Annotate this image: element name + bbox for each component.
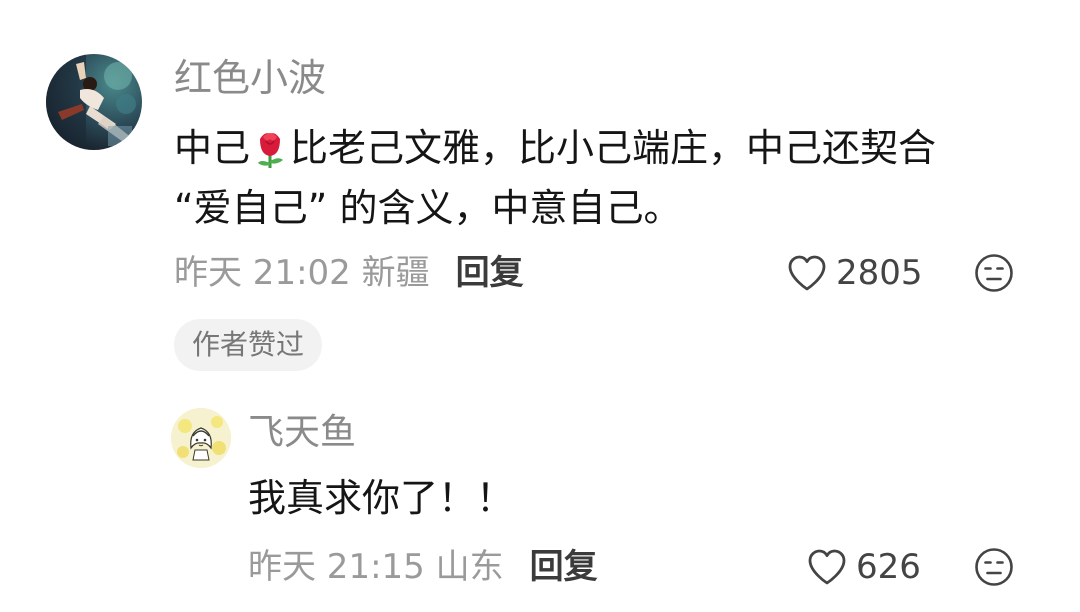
avatar-image xyxy=(171,408,231,468)
reply-button[interactable]: 回复 xyxy=(456,253,524,293)
rose-emoji-icon xyxy=(258,133,284,168)
heart-outline-icon xyxy=(788,255,826,291)
avatar[interactable] xyxy=(46,54,142,150)
comment-text-line-2: “爱自己” 的含义，中意自己。 xyxy=(174,186,682,230)
like-button[interactable]: 2805 xyxy=(786,250,923,296)
comment-text: 我真求你了！！ xyxy=(248,476,515,520)
avatar-image xyxy=(46,54,142,150)
like-button[interactable]: 626 xyxy=(806,544,921,590)
comment-meta: 昨天 21:02 新疆 回复 xyxy=(174,250,524,296)
reply-button[interactable]: 回复 xyxy=(530,547,598,587)
avatar[interactable] xyxy=(171,408,231,468)
comment-time: 昨天 21:02 xyxy=(174,253,351,293)
comment-location: 山东 xyxy=(435,547,504,587)
comment-text-segment: 中己 xyxy=(174,126,251,170)
like-count: 2805 xyxy=(836,253,923,293)
meh-face-icon[interactable] xyxy=(974,547,1014,587)
meh-face-icon[interactable] xyxy=(974,253,1014,293)
comment-text-line-1: 中己 比老己文雅，比小己端庄，中己还契合 xyxy=(174,118,936,178)
username[interactable]: 飞天鱼 xyxy=(248,408,356,458)
comment-text-segment: 比老己文雅，比小己端庄，中己还契合 xyxy=(290,126,937,170)
like-count: 626 xyxy=(856,547,921,587)
comment-location: 新疆 xyxy=(361,253,430,293)
comment-meta: 昨天 21:15 山东 回复 xyxy=(248,544,598,590)
author-liked-badge: 作者赞过 xyxy=(174,319,323,371)
comment-time: 昨天 21:15 xyxy=(248,547,425,587)
username[interactable]: 红色小波 xyxy=(174,52,326,104)
heart-outline-icon xyxy=(808,549,846,585)
